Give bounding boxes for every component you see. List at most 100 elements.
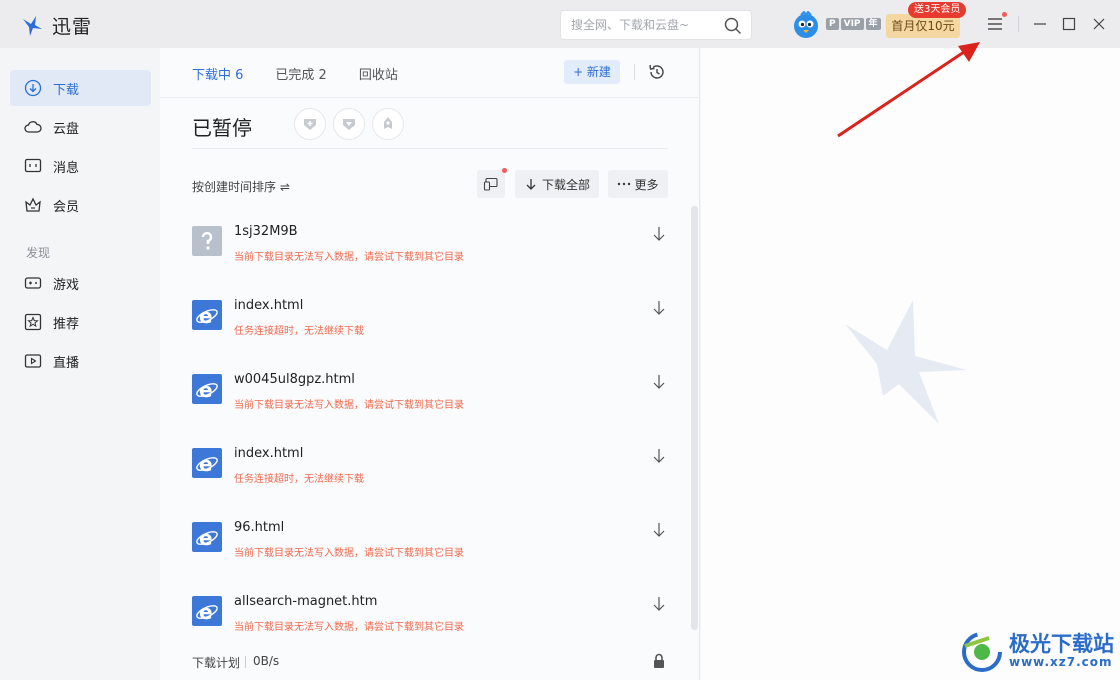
tab-recycle-bin[interactable]: 回收站	[359, 64, 398, 83]
html-file-icon: e	[192, 596, 222, 626]
shield-plus-icon	[304, 119, 316, 130]
message-icon	[24, 158, 42, 173]
resume-download-icon[interactable]	[652, 374, 666, 390]
resume-download-icon[interactable]	[652, 596, 666, 612]
diamond-icon	[343, 119, 355, 130]
file-name: w0045ul8gpz.html	[234, 372, 355, 387]
rocket-boost-button[interactable]	[372, 108, 404, 140]
download-row[interactable]: e allsearch-magnet.htm 当前下载目录无法写入数据，请尝试下…	[160, 578, 690, 652]
question-mark-icon	[201, 231, 213, 250]
file-name: index.html	[234, 446, 304, 461]
sidebar-item-membership[interactable]: 会员	[10, 187, 151, 223]
more-button[interactable]: 更多	[608, 170, 668, 198]
app-title: 迅雷	[52, 16, 93, 38]
annotation-arrow	[837, 42, 980, 138]
file-error: 当前下载目录无法写入数据，请尝试下载到其它目录	[234, 252, 464, 263]
resume-download-icon[interactable]	[652, 522, 666, 538]
xunlei-bird-icon	[23, 15, 42, 36]
diamond-boost-button[interactable]	[333, 108, 365, 140]
download-speed: 0B/s	[253, 654, 280, 668]
arrow-down-icon	[526, 179, 536, 190]
sidebar: 下载 云盘 消息 会员 发现 游戏 推荐 直播	[0, 48, 160, 680]
gamepad-icon	[24, 277, 42, 289]
unknown-file-icon	[192, 226, 222, 256]
sidebar-item-label: 云盘	[53, 121, 80, 137]
download-plan-button[interactable]: 下载计划	[192, 654, 240, 671]
sidebar-item-download[interactable]: 下载	[10, 70, 151, 106]
download-all-button[interactable]: 下载全部	[515, 170, 599, 198]
watermark-logo-icon	[962, 632, 1002, 672]
svg-text:e: e	[199, 526, 213, 549]
file-name: index.html	[234, 298, 304, 313]
year-badge: 年	[865, 18, 881, 30]
sort-dropdown[interactable]: 按创建时间排序 ⇌	[192, 178, 290, 195]
star-icon	[24, 313, 42, 331]
footer-separator	[245, 656, 246, 668]
sidebar-item-label: 直播	[53, 355, 80, 371]
speed-boost-button[interactable]	[294, 108, 326, 140]
sidebar-item-label: 会员	[53, 199, 80, 215]
sidebar-item-label: 游戏	[53, 277, 80, 293]
download-row[interactable]: e w0045ul8gpz.html 当前下载目录无法写入数据，请尝试下载到其它…	[160, 356, 690, 430]
notification-dot	[1002, 12, 1007, 17]
download-panel: 下载中 6 已完成 2 回收站 + 新建 已暂停 按创建时间排序 ⇌ 下载全部 …	[160, 48, 700, 680]
section-title: 已暂停	[192, 116, 252, 140]
history-icon[interactable]	[647, 62, 667, 82]
file-name: 96.html	[234, 520, 285, 535]
resume-download-icon[interactable]	[652, 448, 666, 464]
promo-tag: 送3天会员	[908, 2, 967, 18]
lock-icon[interactable]	[652, 653, 666, 669]
ie-logo-icon: e	[196, 304, 218, 327]
avatar[interactable]	[792, 11, 820, 39]
hamburger-icon	[988, 18, 1002, 30]
download-row[interactable]: e index.html 任务连接超时，无法继续下载	[160, 430, 690, 504]
app-logo: 迅雷	[22, 12, 92, 39]
sidebar-item-label: 消息	[53, 160, 80, 176]
tab-downloading[interactable]: 下载中 6	[192, 64, 243, 83]
sidebar-item-label: 推荐	[53, 316, 80, 332]
toolbar-separator	[634, 64, 635, 80]
sidebar-item-label: 下载	[53, 82, 80, 98]
download-row[interactable]: e 96.html 当前下载目录无法写入数据，请尝试下载到其它目录	[160, 504, 690, 578]
resume-download-icon[interactable]	[652, 300, 666, 316]
download-row[interactable]: 1sj32M9B 当前下载目录无法写入数据，请尝试下载到其它目录	[160, 208, 690, 282]
sidebar-item-recommended[interactable]: 推荐	[10, 304, 151, 340]
svg-text:e: e	[199, 378, 213, 401]
vip-badges: P VIP 年	[826, 18, 881, 30]
file-name: 1sj32M9B	[234, 224, 298, 239]
svg-text:e: e	[199, 600, 213, 623]
sidebar-item-games[interactable]: 游戏	[10, 265, 151, 301]
minimize-button[interactable]	[1030, 14, 1050, 34]
watermark-text: 极光下载站	[1009, 632, 1114, 656]
list-scrollbar[interactable]	[691, 206, 698, 630]
file-error: 当前下载目录无法写入数据，请尝试下载到其它目录	[234, 548, 464, 559]
search-box[interactable]	[560, 10, 752, 40]
download-all-label: 下载全部	[541, 177, 590, 192]
resume-download-icon[interactable]	[652, 226, 666, 242]
search-input[interactable]	[571, 11, 721, 39]
more-label: 更多	[634, 177, 659, 192]
device-icon	[483, 177, 498, 191]
tab-completed[interactable]: 已完成 2	[275, 64, 326, 83]
watermark-url: www.xz7.com	[1009, 655, 1113, 669]
sidebar-item-cloud[interactable]: 云盘	[10, 109, 151, 145]
download-row[interactable]: e index.html 任务连接超时，无法继续下载	[160, 282, 690, 356]
new-task-button[interactable]: + 新建	[564, 60, 620, 84]
download-tabs: 下载中 6 已完成 2 回收站	[192, 64, 398, 83]
file-error: 当前下载目录无法写入数据，请尝试下载到其它目录	[234, 622, 464, 633]
sidebar-item-messages[interactable]: 消息	[10, 148, 151, 184]
menu-button[interactable]	[985, 14, 1005, 34]
svg-text:e: e	[199, 452, 213, 475]
more-dots-icon	[618, 182, 631, 186]
search-icon[interactable]	[724, 17, 742, 35]
sidebar-item-live[interactable]: 直播	[10, 343, 151, 379]
discover-section-label: 发现	[26, 246, 51, 260]
close-button[interactable]	[1089, 14, 1109, 34]
status-footer: 下载计划 0B/s	[160, 646, 690, 680]
maximize-icon	[1062, 17, 1076, 31]
cloud-icon	[24, 121, 42, 133]
crown-icon	[25, 197, 41, 212]
live-icon	[24, 354, 42, 368]
maximize-button[interactable]	[1059, 14, 1079, 34]
device-button[interactable]	[477, 170, 505, 198]
